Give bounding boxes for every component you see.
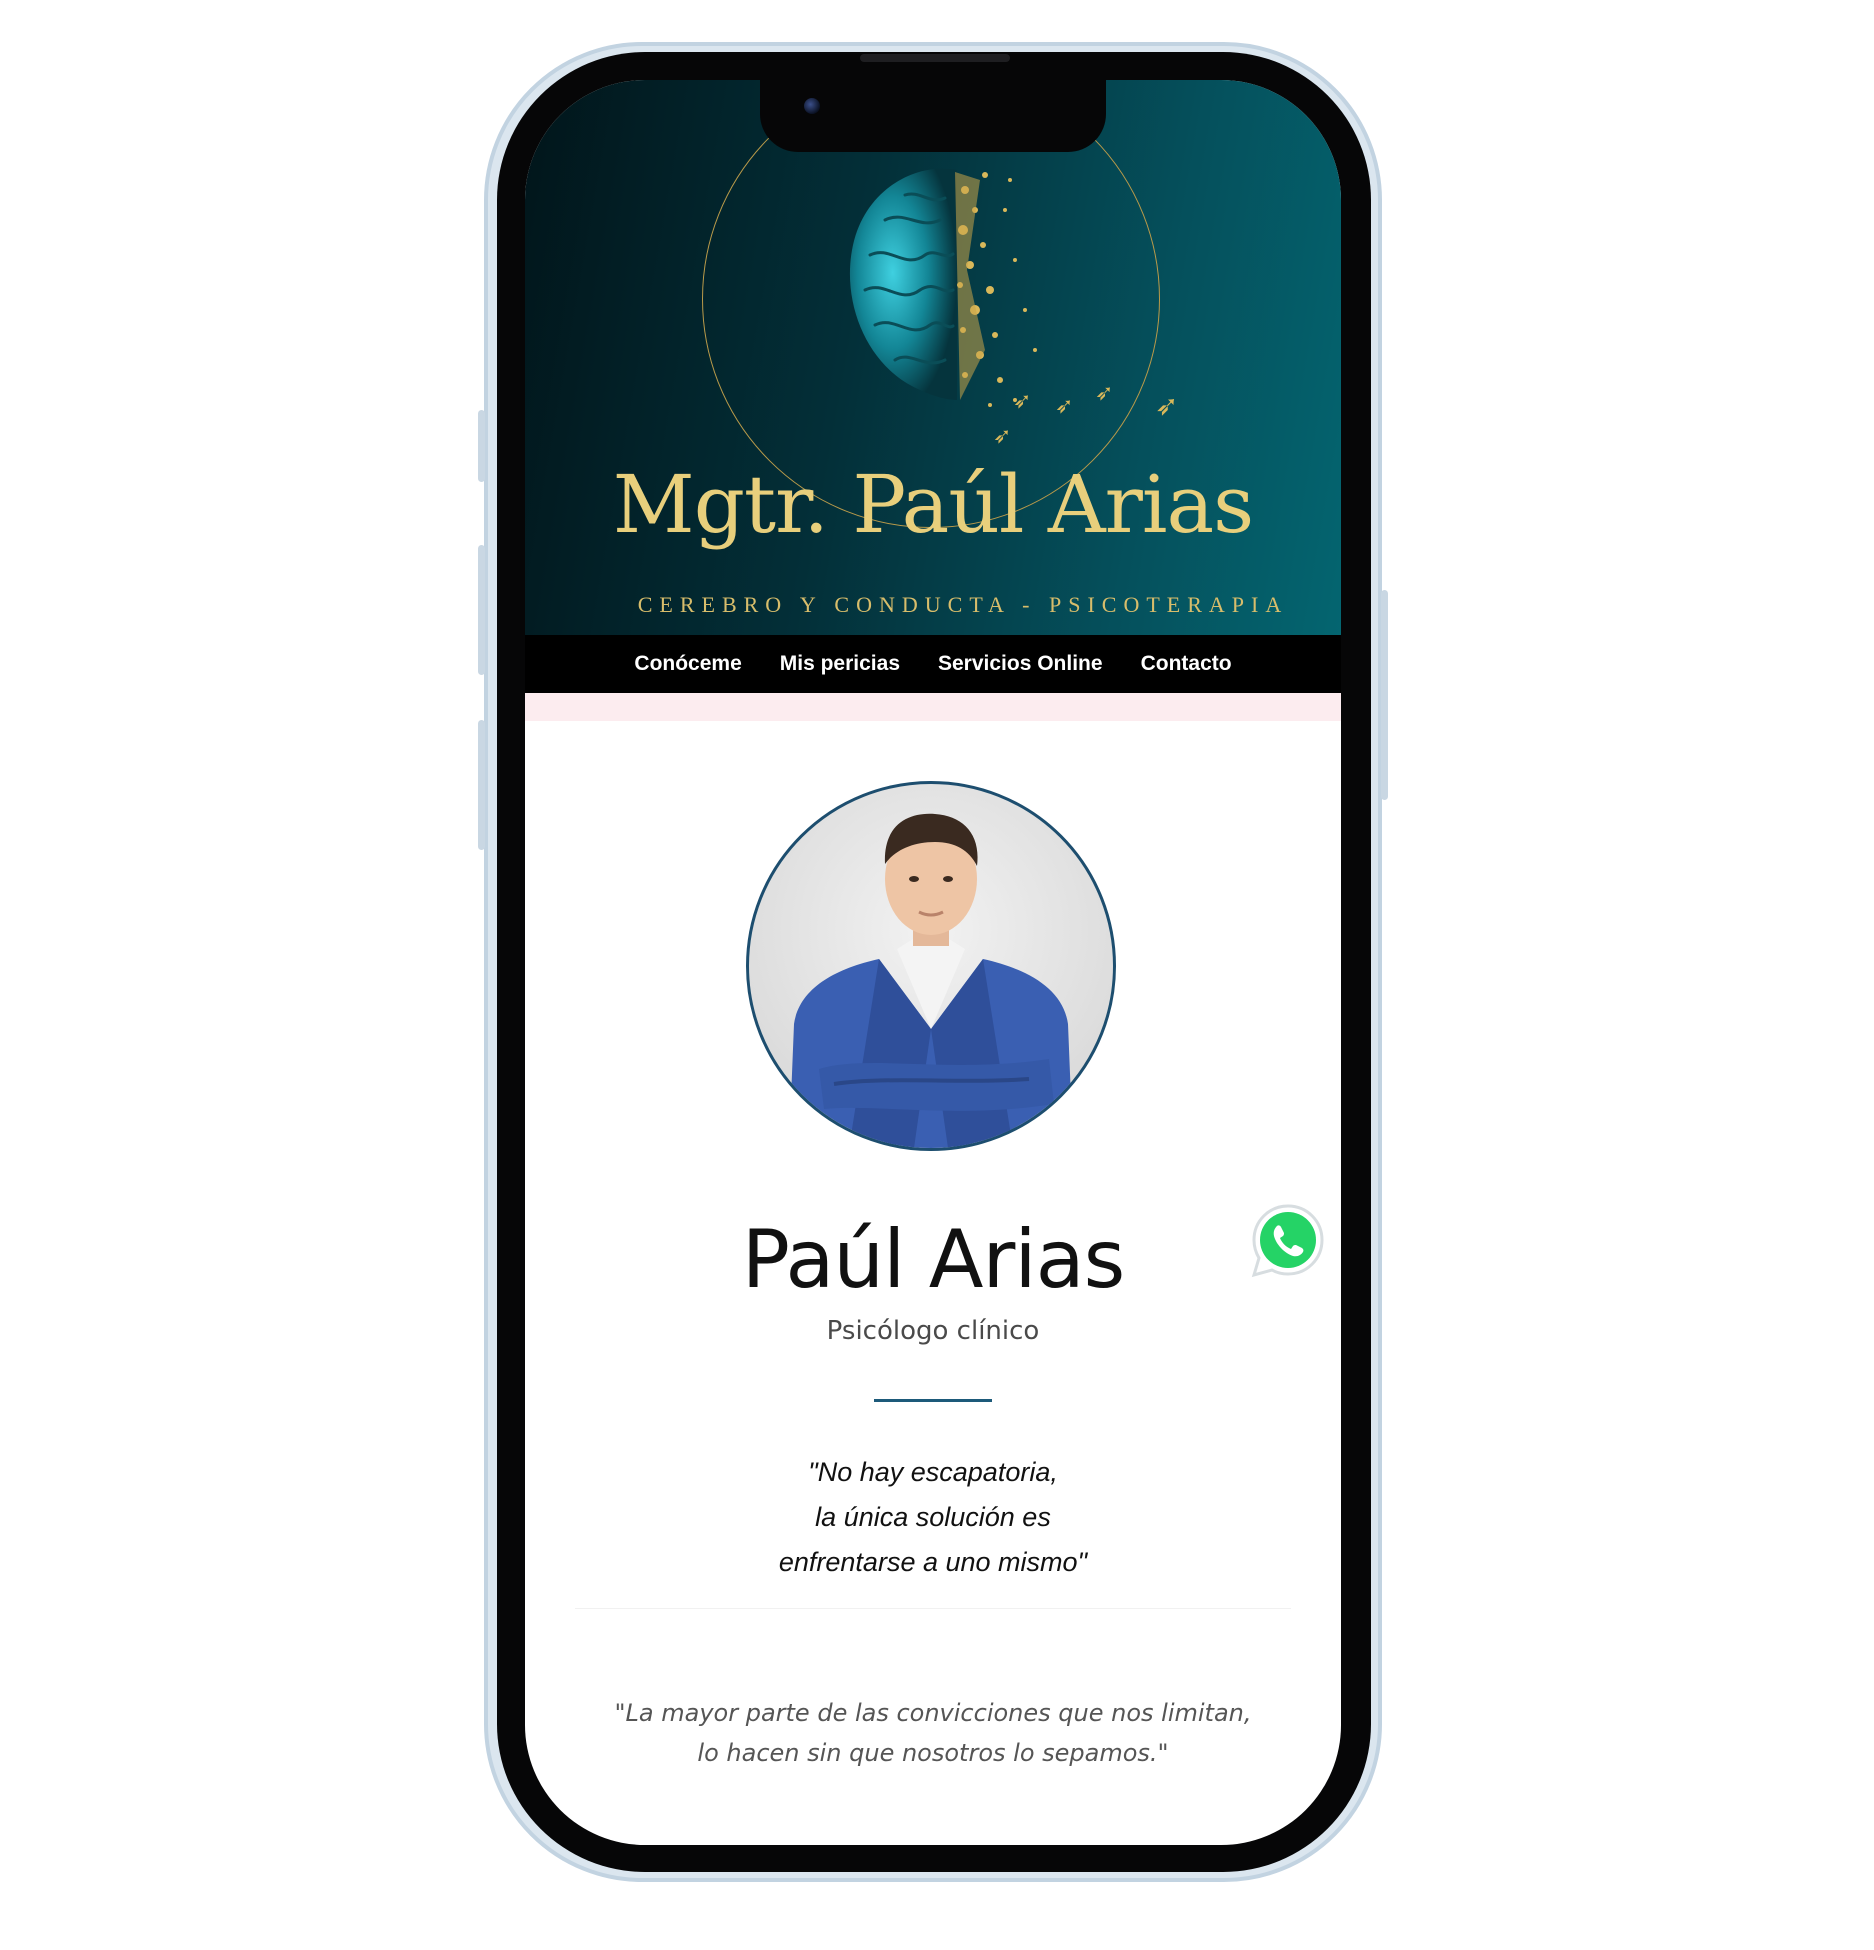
phone-screen: ➶ ➶ ➶ ➶ ➶ Mgtr. Paúl Arias CEREBRO Y CON… bbox=[525, 80, 1341, 1845]
phone-volume-up-button bbox=[478, 545, 485, 675]
person-illustration bbox=[789, 813, 1073, 1148]
quote-line: la única solución es bbox=[815, 1502, 1051, 1532]
whatsapp-icon bbox=[1251, 1204, 1324, 1278]
quote-line: enfrentarse a uno mismo" bbox=[778, 1547, 1088, 1577]
bird-icon: ➶ bbox=[1013, 388, 1032, 413]
main-nav: Conóceme Mis pericias Servicios Online C… bbox=[525, 635, 1341, 693]
quote-line: "La mayor parte de las convicciones que … bbox=[614, 1699, 1252, 1727]
profile-photo bbox=[746, 781, 1116, 1151]
phone-speaker bbox=[860, 54, 1010, 62]
secondary-quote: "La mayor parte de las convicciones que … bbox=[525, 1693, 1341, 1773]
decorative-strip bbox=[525, 693, 1341, 721]
phone-mute-switch bbox=[478, 410, 485, 482]
brain-logo-icon bbox=[849, 168, 1037, 407]
phone-power-button bbox=[1381, 590, 1388, 800]
nav-item-servicios-online[interactable]: Servicios Online bbox=[938, 652, 1103, 676]
phone-notch bbox=[760, 80, 1106, 152]
bird-icon: ➶ bbox=[1095, 380, 1114, 405]
section-divider bbox=[874, 1399, 992, 1402]
nav-item-mis-pericias[interactable]: Mis pericias bbox=[780, 652, 900, 676]
section-separator bbox=[575, 1608, 1291, 1609]
bird-icon: ➶ bbox=[993, 423, 1012, 448]
logo-title: Mgtr. Paúl Arias bbox=[612, 458, 1254, 551]
phone-volume-down-button bbox=[478, 720, 485, 850]
nav-item-conoceme[interactable]: Conóceme bbox=[634, 652, 741, 676]
whatsapp-button[interactable] bbox=[1248, 1200, 1328, 1280]
bird-icon: ➶ bbox=[1155, 390, 1179, 421]
front-camera-icon bbox=[804, 98, 820, 114]
quote-line: lo hacen sin que nosotros lo sepamos." bbox=[697, 1739, 1169, 1767]
quote-line: "No hay escapatoria, bbox=[808, 1457, 1058, 1487]
header-banner: ➶ ➶ ➶ ➶ ➶ Mgtr. Paúl Arias CEREBRO Y CON… bbox=[525, 80, 1341, 635]
main-quote: "No hay escapatoria, la única solución e… bbox=[525, 1450, 1341, 1585]
nav-item-contacto[interactable]: Contacto bbox=[1141, 652, 1232, 676]
profile-role: Psicólogo clínico bbox=[826, 1316, 1040, 1346]
profile-name: Paúl Arias bbox=[741, 1213, 1126, 1306]
logo-tagline: CEREBRO Y CONDUCTA - PSICOTERAPIA bbox=[637, 592, 1289, 617]
bird-icon: ➶ bbox=[1055, 393, 1074, 418]
